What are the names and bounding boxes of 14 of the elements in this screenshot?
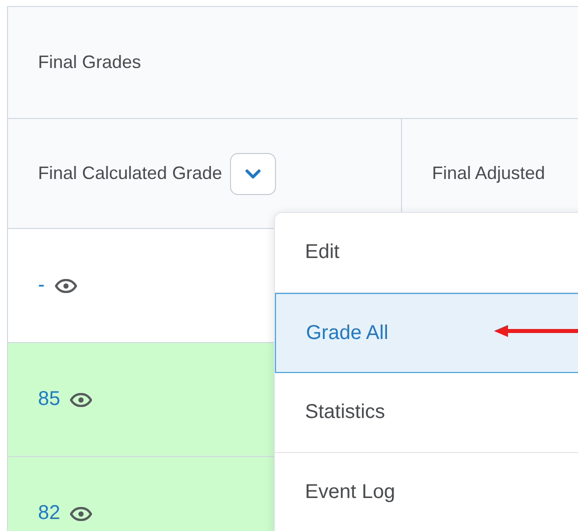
eye-icon <box>70 392 92 406</box>
menu-item[interactable]: Edit <box>275 213 578 293</box>
eye-icon <box>54 278 77 292</box>
group-header: Final Grades <box>38 52 142 73</box>
menu-item[interactable]: Statistics <box>275 373 578 453</box>
chevron-down-icon <box>245 168 262 178</box>
column-menu-button[interactable] <box>230 152 276 194</box>
column-header: Final Calculated Grade <box>38 163 222 184</box>
grade-link[interactable]: 85 <box>38 388 60 411</box>
grade-link[interactable]: - <box>38 274 45 297</box>
grade-link[interactable]: 82 <box>38 502 60 525</box>
menu-item[interactable]: Grade All <box>275 293 578 373</box>
column-header: Final Adjusted <box>432 163 546 184</box>
eye-icon <box>70 506 92 520</box>
